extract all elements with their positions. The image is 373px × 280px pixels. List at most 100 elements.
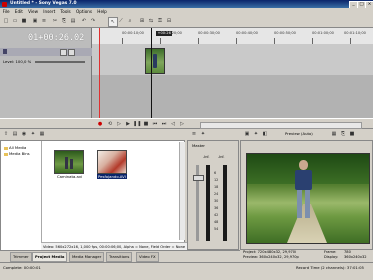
- video-track[interactable]: [92, 44, 373, 76]
- up-folder-icon[interactable]: ⇧: [2, 130, 10, 138]
- main-toolbar: □ ▭ ■ ▣ ≡ ✂ ⎘ ▤ ↶ ↷ ↖ ⟋ ⌕ ⊞ ⇆ ⚿ ⊟: [0, 15, 373, 28]
- window-docking-tabs: Trimmer Project Media Media Manager Tran…: [0, 250, 240, 262]
- thumbnail-figure: [70, 159, 73, 169]
- record-icon[interactable]: ●: [96, 120, 104, 128]
- tree-item-label: All Media: [9, 145, 27, 150]
- menu-edit[interactable]: Edit: [12, 8, 25, 15]
- tree-item-label: Media Bins: [9, 151, 30, 156]
- tab-media-manager[interactable]: Media Manager: [69, 252, 105, 262]
- clip-thumbnail-figure: [153, 54, 157, 68]
- playhead-cursor[interactable]: [151, 28, 152, 118]
- menu-options[interactable]: Options: [73, 8, 94, 15]
- stop-icon[interactable]: ■: [142, 120, 150, 128]
- media-label[interactable]: Caminata.avi: [57, 174, 82, 179]
- capture-video-icon[interactable]: ◉: [20, 130, 28, 138]
- overlays-icon[interactable]: ▦: [330, 130, 338, 138]
- tab-video-fx[interactable]: Video FX: [136, 252, 159, 262]
- pause-icon[interactable]: ❚❚: [133, 120, 141, 128]
- cut-icon[interactable]: ✂: [51, 17, 59, 25]
- mixer-fx-icon[interactable]: ✦: [199, 130, 207, 138]
- mixer-properties-icon[interactable]: ≡: [190, 130, 198, 138]
- previous-frame-icon[interactable]: ◁: [169, 120, 177, 128]
- tab-transitions[interactable]: Transitions: [106, 252, 133, 262]
- mute-icon[interactable]: [60, 49, 67, 56]
- menu-insert[interactable]: Insert: [41, 8, 58, 15]
- loop-playback-icon[interactable]: ⟲: [106, 120, 114, 128]
- undo-icon[interactable]: ↶: [80, 17, 88, 25]
- timeline-panel[interactable]: 00:00:10;00 00:00:20;00 00:00:30;00 00:0…: [92, 28, 373, 118]
- person-leg-left: [297, 190, 302, 218]
- timecode-display: 01+00:26.02: [28, 33, 85, 43]
- track-header-panel: 01+00:26.02 Level: 100,0 % Rate: 0,00: [0, 28, 92, 127]
- preview-fx-icon[interactable]: ✦: [252, 130, 260, 138]
- ignore-grouping-icon[interactable]: ⊟: [165, 17, 173, 25]
- db-label: 18: [214, 185, 219, 189]
- time-ruler[interactable]: 00:00:10;00 00:00:20;00 00:00:30;00 00:0…: [92, 28, 373, 45]
- folder-icon: [4, 146, 8, 150]
- ruler-label: 00:00:10;00: [122, 31, 144, 35]
- tree-item-all-media[interactable]: All Media: [4, 145, 26, 150]
- copy-snapshot-icon[interactable]: ⎘: [339, 130, 347, 138]
- paste-icon[interactable]: ▤: [69, 17, 77, 25]
- app-icon: [2, 1, 7, 7]
- menu-view[interactable]: View: [26, 8, 41, 15]
- envelope-tool-icon[interactable]: ⟋: [117, 17, 125, 25]
- split-screen-icon[interactable]: ◧: [261, 130, 269, 138]
- ruler-label: 00:00:40;00: [236, 31, 258, 35]
- views-icon[interactable]: ▦: [38, 130, 46, 138]
- media-thumbnail-caminata[interactable]: [54, 150, 84, 174]
- save-icon[interactable]: ■: [20, 17, 28, 25]
- copy-icon[interactable]: ⎘: [60, 17, 68, 25]
- timeline-horizontal-scrollbar[interactable]: [200, 122, 362, 129]
- title-bar: Untitled * - Sony Vegas 7.0 _ □ ×: [0, 0, 373, 9]
- media-vertical-scrollbar[interactable]: [179, 142, 185, 240]
- preview-info-line: Preview: 360x240x32, 29,970p: [243, 255, 299, 259]
- properties-icon[interactable]: ≡: [40, 17, 48, 25]
- person-leg-right: [305, 190, 310, 218]
- media-thumbnail-pesfojando[interactable]: [97, 150, 127, 174]
- ruler-label: 00:01:10;00: [344, 31, 366, 35]
- solo-icon[interactable]: [68, 49, 75, 56]
- preview-properties-icon[interactable]: ▣: [243, 130, 251, 138]
- next-frame-icon[interactable]: ▷: [178, 120, 186, 128]
- preview-quality-dropdown[interactable]: Preview (Auto): [285, 131, 313, 136]
- open-icon[interactable]: ▭: [11, 17, 19, 25]
- track-header-video[interactable]: [0, 48, 92, 56]
- video-clip-event[interactable]: [145, 48, 165, 74]
- go-to-start-icon[interactable]: ⏮: [151, 120, 159, 128]
- render-icon[interactable]: ▣: [31, 17, 39, 25]
- zoom-tool-icon[interactable]: ⌕: [126, 17, 134, 25]
- tab-project-media[interactable]: Project Media: [32, 252, 68, 262]
- display-value: 360x240x32: [344, 255, 367, 259]
- track-number-icon: [3, 49, 7, 54]
- media-fx-icon[interactable]: ✦: [29, 130, 37, 138]
- master-fader-knob[interactable]: [193, 175, 204, 181]
- play-from-start-icon[interactable]: ▷: [115, 120, 123, 128]
- autoripple-icon[interactable]: ⇆: [147, 17, 155, 25]
- tree-item-media-bins[interactable]: Media Bins: [4, 151, 30, 156]
- play-icon[interactable]: ▶: [124, 120, 132, 128]
- redo-icon[interactable]: ↷: [89, 17, 97, 25]
- status-bar: Complete: 00:00:01 Record Time (2 channe…: [0, 262, 373, 280]
- level-label: Level: 100,0 %: [3, 59, 32, 64]
- loop-region-marker[interactable]: [99, 28, 100, 118]
- save-snapshot-icon[interactable]: ■: [348, 130, 356, 138]
- menu-help[interactable]: Help: [95, 8, 110, 15]
- empty-track-area[interactable]: [92, 75, 373, 118]
- media-label-selected[interactable]: Pesfojando.AVI: [97, 174, 127, 179]
- menu-tools[interactable]: Tools: [58, 8, 74, 15]
- frame-value: 780: [344, 250, 351, 254]
- render-status: Complete: 00:00:01: [3, 265, 41, 270]
- snap-icon[interactable]: ⊞: [138, 17, 146, 25]
- lock-icon[interactable]: ⚿: [156, 17, 164, 25]
- go-to-end-icon[interactable]: ⏭: [160, 120, 168, 128]
- import-media-icon[interactable]: ▤: [11, 130, 19, 138]
- menu-file[interactable]: File: [0, 8, 12, 15]
- new-icon[interactable]: □: [2, 17, 10, 25]
- level-slider[interactable]: [35, 61, 85, 63]
- display-label: Display:: [324, 255, 339, 259]
- transport-bar: ● ⟲ ▷ ▶ ❚❚ ■ ⏮ ⏭ ◁ ▷: [0, 118, 373, 129]
- mixer-peak-right: -Inf.: [218, 155, 225, 159]
- master-mixer-panel: Master -Inf. -Inf. 6 12 18 24 30 36 42 4…: [187, 140, 239, 250]
- tab-trimmer[interactable]: Trimmer: [10, 252, 32, 262]
